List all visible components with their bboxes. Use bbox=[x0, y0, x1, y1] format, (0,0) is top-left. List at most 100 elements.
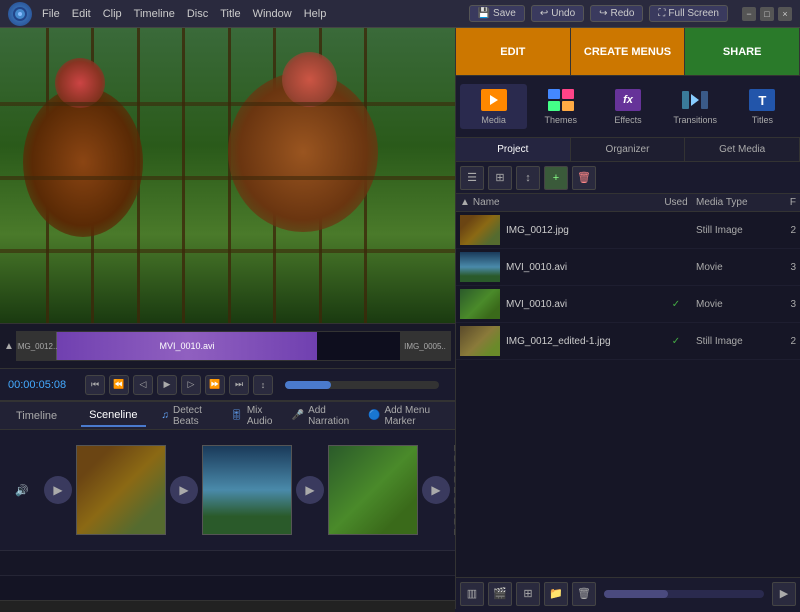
step-back-button[interactable]: ⏪ bbox=[109, 375, 129, 395]
folder-button[interactable]: 📁 bbox=[544, 582, 568, 606]
restore-button[interactable]: □ bbox=[760, 7, 774, 21]
save-icon: 💾 bbox=[478, 8, 490, 19]
app-logo bbox=[8, 2, 32, 26]
tab-create-menus[interactable]: CREATE MENUS bbox=[571, 28, 686, 75]
detect-beats-button[interactable]: ♫ Detect Beats bbox=[162, 405, 219, 427]
prev-frame-button[interactable]: ◁ bbox=[133, 375, 153, 395]
play-button[interactable]: ▶ bbox=[157, 375, 177, 395]
scene-arrow-2: ▶ bbox=[296, 476, 324, 504]
mix-audio-icon: 🎚 bbox=[230, 410, 243, 421]
trash-button[interactable]: 🗑 bbox=[572, 582, 596, 606]
timeline-track[interactable]: IMG_0012.. MVI_0010.avi IMG_0005.. bbox=[16, 331, 451, 361]
time-display: 00:00:05:08 bbox=[8, 379, 73, 391]
file-type: Still Image bbox=[696, 225, 776, 236]
file-thumb bbox=[460, 289, 500, 319]
filmstrip-button[interactable]: 🎬 bbox=[488, 582, 512, 606]
right-panel: EDIT CREATE MENUS SHARE Media bbox=[455, 28, 800, 609]
menu-timeline[interactable]: Timeline bbox=[134, 8, 175, 20]
scene-clip-1[interactable] bbox=[76, 445, 166, 535]
scene-clip-3[interactable] bbox=[328, 445, 418, 535]
prev-scene-button[interactable]: ▶ bbox=[44, 476, 72, 504]
menu-disc[interactable]: Disc bbox=[187, 8, 208, 20]
file-num: 3 bbox=[776, 262, 796, 273]
col-used-header[interactable]: Used bbox=[656, 197, 696, 208]
media-label: Media bbox=[481, 115, 506, 125]
progress-bar[interactable] bbox=[285, 381, 439, 389]
undo-button[interactable]: ↩ Undo bbox=[531, 5, 584, 22]
tool-themes[interactable]: Themes bbox=[527, 84, 594, 129]
progress-fill bbox=[285, 381, 331, 389]
save-button[interactable]: 💾 Save bbox=[469, 5, 525, 22]
scrollbar-horizontal[interactable] bbox=[0, 600, 455, 612]
close-button[interactable]: × bbox=[778, 7, 792, 21]
tab-timeline[interactable]: Timeline bbox=[8, 406, 65, 426]
track-clip-left: IMG_0012.. bbox=[17, 332, 57, 360]
sort-button[interactable]: ↕ bbox=[516, 166, 540, 190]
narration-icon: 🎤 bbox=[292, 410, 304, 421]
menu-edit[interactable]: Edit bbox=[72, 8, 91, 20]
subtab-get-media[interactable]: Get Media bbox=[685, 138, 800, 161]
add-narration-button[interactable]: 🎤 Add Narration bbox=[292, 405, 356, 427]
redo-button[interactable]: ↪ Redo bbox=[590, 5, 643, 22]
goto-end-button[interactable]: ⏭ bbox=[229, 375, 249, 395]
detect-beats-icon: ♫ bbox=[162, 410, 170, 421]
file-type: Still Image bbox=[696, 336, 776, 347]
subtab-organizer[interactable]: Organizer bbox=[571, 138, 686, 161]
mix-audio-button[interactable]: 🎚 Mix Audio bbox=[230, 405, 279, 427]
scroll-right-button[interactable]: ▶ bbox=[772, 582, 796, 606]
file-row[interactable]: MVI_0010.avi Movie 3 bbox=[456, 249, 800, 286]
loop-button[interactable]: ↕ bbox=[253, 375, 273, 395]
menu-help[interactable]: Help bbox=[304, 8, 327, 20]
tool-titles[interactable]: T Titles bbox=[729, 84, 796, 129]
video-preview bbox=[0, 28, 455, 323]
menu-clip[interactable]: Clip bbox=[103, 8, 122, 20]
sort-indicator: ▲ bbox=[460, 197, 470, 208]
tool-transitions[interactable]: Transitions bbox=[662, 84, 729, 129]
subtab-project[interactable]: Project bbox=[456, 138, 571, 161]
tool-media[interactable]: Media bbox=[460, 84, 527, 129]
undo-icon: ↩ bbox=[540, 8, 548, 19]
file-row[interactable]: MVI_0010.avi ✓ Movie 3 bbox=[456, 286, 800, 323]
sceneline-content: 🔊 ▶ ▶ ▶ bbox=[0, 430, 455, 550]
menu-items: File Edit Clip Timeline Disc Title Windo… bbox=[42, 8, 326, 20]
timeline-icon-button[interactable]: ▥ bbox=[460, 582, 484, 606]
scene-clip-2[interactable] bbox=[202, 445, 292, 535]
menu-file[interactable]: File bbox=[42, 8, 60, 20]
grid-button[interactable]: ⊞ bbox=[516, 582, 540, 606]
titles-icon: T bbox=[748, 88, 776, 112]
fullscreen-button[interactable]: ⛶ Full Screen bbox=[649, 5, 728, 22]
file-row[interactable]: IMG_0012.jpg Still Image 2 bbox=[456, 212, 800, 249]
col-name-header[interactable]: ▲ Name bbox=[460, 197, 656, 208]
add-menu-marker-button[interactable]: 🔵 Add Menu Marker bbox=[368, 405, 447, 427]
file-row[interactable]: IMG_0012_edited-1.jpg ✓ Still Image 2 bbox=[456, 323, 800, 360]
next-frame-button[interactable]: ▷ bbox=[181, 375, 201, 395]
tool-effects[interactable]: fx Effects bbox=[594, 84, 661, 129]
volume-icon: 🔊 bbox=[12, 480, 32, 500]
fast-forward-button[interactable]: ⏩ bbox=[205, 375, 225, 395]
left-panel: ▲ IMG_0012.. MVI_0010.avi IMG_0005.. 00:… bbox=[0, 28, 455, 609]
col-num-header[interactable]: F bbox=[776, 197, 796, 208]
col-type-header[interactable]: Media Type bbox=[696, 197, 776, 208]
view-details-button[interactable]: ☰ bbox=[460, 166, 484, 190]
file-list-header: ▲ Name Used Media Type F bbox=[456, 194, 800, 212]
view-thumbnails-button[interactable]: ⊞ bbox=[488, 166, 512, 190]
media-icon bbox=[480, 88, 508, 112]
window-controls: − □ × bbox=[742, 7, 792, 21]
transitions-label: Transitions bbox=[673, 115, 717, 125]
file-num: 2 bbox=[776, 225, 796, 236]
top-tabs: EDIT CREATE MENUS SHARE bbox=[456, 28, 800, 76]
tab-share[interactable]: SHARE bbox=[685, 28, 800, 75]
main-layout: ▲ IMG_0012.. MVI_0010.avi IMG_0005.. 00:… bbox=[0, 28, 800, 609]
goto-start-button[interactable]: ⏮ bbox=[85, 375, 105, 395]
tab-edit[interactable]: EDIT bbox=[456, 28, 571, 75]
menu-bar: File Edit Clip Timeline Disc Title Windo… bbox=[0, 0, 800, 28]
audio-row-2 bbox=[0, 575, 455, 600]
menu-window[interactable]: Window bbox=[253, 8, 292, 20]
right-scroll-bar[interactable] bbox=[604, 590, 764, 598]
track-clip-main: MVI_0010.avi bbox=[57, 332, 317, 360]
add-media-button[interactable]: + bbox=[544, 166, 568, 190]
delete-media-button[interactable]: 🗑 bbox=[572, 166, 596, 190]
minimize-button[interactable]: − bbox=[742, 7, 756, 21]
tab-sceneline[interactable]: Sceneline bbox=[81, 405, 145, 427]
menu-title[interactable]: Title bbox=[220, 8, 240, 20]
